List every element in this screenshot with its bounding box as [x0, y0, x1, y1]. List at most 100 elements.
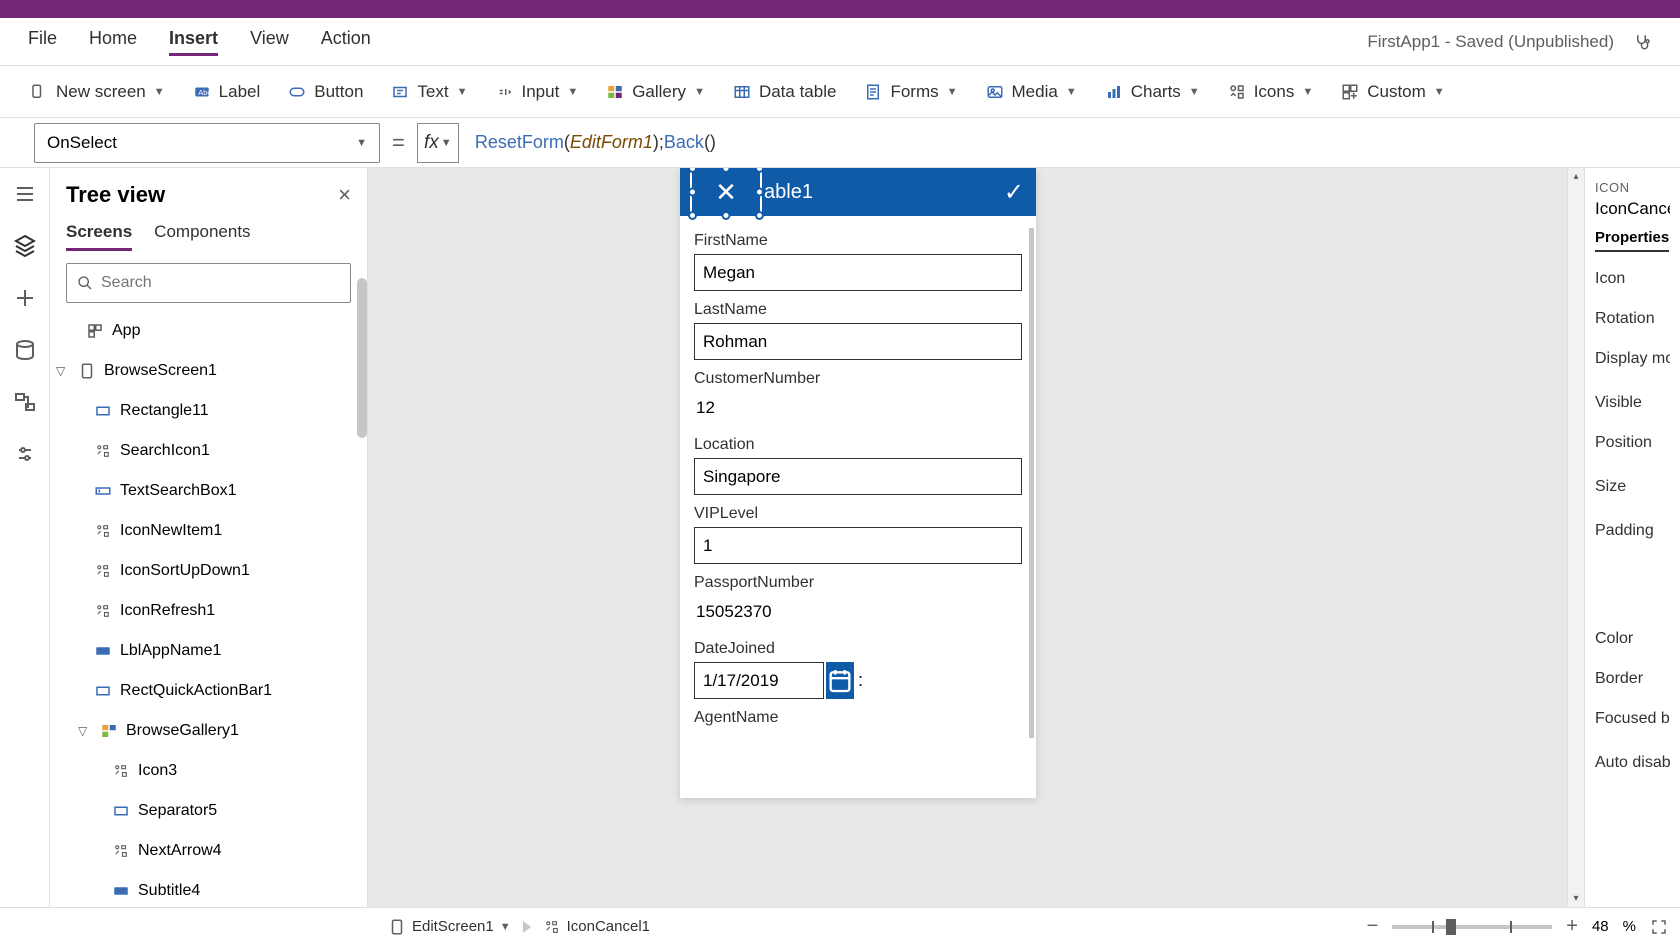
gallery-icon: [606, 83, 624, 101]
text-icon: [391, 83, 409, 101]
stethoscope-icon[interactable]: [1634, 33, 1652, 51]
label-button[interactable]: Abc Label: [193, 82, 261, 102]
calendar-button[interactable]: [826, 662, 854, 699]
button-button[interactable]: Button: [288, 82, 363, 102]
rectangle-icon: [112, 802, 130, 820]
tree-item-searchicon[interactable]: SearchIcon1: [50, 431, 367, 471]
control-icon: [94, 442, 112, 460]
tab-components[interactable]: Components: [154, 222, 250, 251]
tree-item-separator[interactable]: Separator5: [50, 791, 367, 831]
tab-properties[interactable]: Properties: [1595, 229, 1669, 252]
app-icon: [86, 322, 104, 340]
prop-focused-border[interactable]: Focused borde: [1595, 710, 1670, 728]
database-icon[interactable]: [13, 338, 37, 362]
menu-insert[interactable]: Insert: [169, 28, 218, 56]
menu-view[interactable]: View: [250, 28, 289, 56]
tree-item-lblappname[interactable]: LblAppName1: [50, 631, 367, 671]
new-screen-button[interactable]: New screen ▼: [30, 82, 165, 102]
chevron-down-icon[interactable]: ▽: [78, 724, 92, 738]
prop-position[interactable]: Position: [1595, 434, 1670, 452]
prop-rotation[interactable]: Rotation: [1595, 310, 1670, 328]
custom-button[interactable]: Custom ▼: [1341, 82, 1444, 102]
scroll-down-icon[interactable]: ▾: [1568, 890, 1584, 907]
gallery-button[interactable]: Gallery ▼: [606, 82, 705, 102]
menu-file[interactable]: File: [28, 28, 57, 56]
vip-input[interactable]: 1: [694, 527, 1022, 564]
connections-icon[interactable]: [13, 390, 37, 414]
tree-item-app[interactable]: App: [50, 311, 367, 351]
fit-screen-icon[interactable]: [1650, 918, 1668, 936]
settings-icon[interactable]: [13, 442, 37, 466]
scroll-up-icon[interactable]: ▴: [1568, 168, 1584, 185]
prop-padding[interactable]: Padding: [1595, 522, 1670, 540]
canvas[interactable]: ✕ able1 ✓ FirstName Megan LastName Rohma…: [368, 168, 1584, 907]
datatable-button[interactable]: Data table: [733, 82, 837, 102]
close-icon[interactable]: ×: [338, 182, 351, 208]
plus-icon[interactable]: [13, 286, 37, 310]
search-input[interactable]: [101, 274, 340, 292]
location-input[interactable]: Singapore: [694, 458, 1022, 495]
tree-item-nextarrow[interactable]: NextArrow4: [50, 831, 367, 871]
chevron-down-icon: ▼: [1066, 86, 1077, 98]
menu-home[interactable]: Home: [89, 28, 137, 56]
media-button[interactable]: Media ▼: [986, 82, 1077, 102]
tree-item-subtitle[interactable]: Subtitle4: [50, 871, 367, 907]
zoom-in-button[interactable]: +: [1566, 915, 1578, 938]
tree-item-rectangle[interactable]: Rectangle11: [50, 391, 367, 431]
forms-button[interactable]: Forms ▼: [864, 82, 957, 102]
menu-action[interactable]: Action: [321, 28, 371, 56]
text-button[interactable]: Text ▼: [391, 82, 467, 102]
charts-button[interactable]: Charts ▼: [1105, 82, 1200, 102]
form-header: ✕ able1 ✓: [680, 168, 1036, 216]
zoom-slider[interactable]: [1392, 925, 1552, 929]
tree-item-icon3[interactable]: Icon3: [50, 751, 367, 791]
formula-input[interactable]: ResetForm(EditForm1);Back(): [467, 123, 1668, 163]
chevron-down-icon: ▼: [1189, 86, 1200, 98]
tree-view-panel: Tree view × Screens Components App ▽ Bro…: [50, 168, 368, 907]
firstname-input[interactable]: Megan: [694, 254, 1022, 291]
chevron-down-icon: ▼: [567, 86, 578, 98]
tree-item-rectquick[interactable]: RectQuickActionBar1: [50, 671, 367, 711]
tree-item-textsearch[interactable]: TextSearchBox1: [50, 471, 367, 511]
scrollbar[interactable]: [1029, 228, 1034, 738]
tree-item-iconnew[interactable]: IconNewItem1: [50, 511, 367, 551]
rectangle-icon: [94, 682, 112, 700]
prop-color[interactable]: Color: [1595, 630, 1670, 648]
icons-button[interactable]: Icons ▼: [1228, 82, 1314, 102]
field-label: DateJoined: [694, 640, 1022, 658]
chevron-down-icon[interactable]: ▽: [56, 364, 70, 378]
property-selector[interactable]: OnSelect ▼: [34, 123, 380, 163]
tab-screens[interactable]: Screens: [66, 222, 132, 251]
tree-item-iconsort[interactable]: IconSortUpDown1: [50, 551, 367, 591]
input-icon: [496, 83, 514, 101]
prop-auto-disable[interactable]: Auto disable o: [1595, 754, 1670, 772]
prop-border[interactable]: Border: [1595, 670, 1670, 688]
charts-icon: [1105, 83, 1123, 101]
prop-size[interactable]: Size: [1595, 478, 1670, 496]
input-button[interactable]: Input ▼: [496, 82, 579, 102]
gallery-label: Gallery: [632, 82, 686, 102]
fx-label: fx: [424, 132, 439, 154]
canvas-scrollbar[interactable]: ▴ ▾: [1567, 168, 1584, 907]
prop-icon[interactable]: Icon: [1595, 270, 1670, 288]
close-icon: ✕: [715, 177, 737, 208]
tree-item-browsegallery[interactable]: ▽ BrowseGallery1: [50, 711, 367, 751]
custom-icon: [1341, 83, 1359, 101]
fx-button[interactable]: fx ▼: [417, 123, 459, 163]
hamburger-icon[interactable]: [13, 182, 37, 206]
search-icon: [77, 275, 93, 291]
date-input[interactable]: 1/17/2019: [694, 662, 824, 699]
prop-visible[interactable]: Visible: [1595, 394, 1670, 412]
breadcrumb-control[interactable]: IconCancel1: [543, 918, 650, 936]
layers-icon[interactable]: [13, 234, 37, 258]
tree-search[interactable]: [66, 263, 351, 303]
prop-display-mode[interactable]: Display mode: [1595, 350, 1670, 368]
zoom-out-button[interactable]: −: [1367, 915, 1379, 938]
tree-item-browsescreen[interactable]: ▽ BrowseScreen1: [50, 351, 367, 391]
tree-item-iconrefresh[interactable]: IconRefresh1: [50, 591, 367, 631]
scrollbar[interactable]: [357, 278, 367, 438]
lastname-input[interactable]: Rohman: [694, 323, 1022, 360]
cancel-icon-selected[interactable]: ✕: [692, 168, 760, 216]
checkmark-icon[interactable]: ✓: [1004, 178, 1024, 207]
breadcrumb-screen[interactable]: EditScreen1 ▼: [388, 918, 511, 936]
